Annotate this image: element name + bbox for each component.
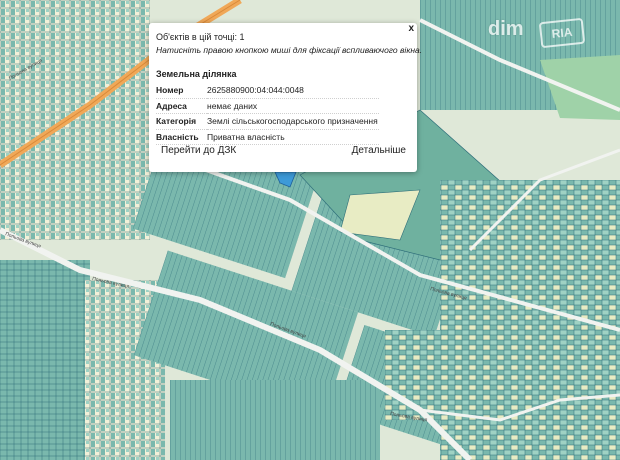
parcels-south-strips xyxy=(170,380,380,460)
parcels-town-west xyxy=(0,0,150,240)
table-row: Адреса немає даних xyxy=(156,98,379,114)
parcel-info-table: Номер 2625880900:04:044:0048 Адреса нема… xyxy=(156,83,379,145)
table-row: Категорія Землі сільськогосподарського п… xyxy=(156,113,379,130)
row-value: немає даних xyxy=(207,98,379,114)
watermark-ria: RIA xyxy=(538,17,586,49)
go-to-dzk-button[interactable]: Перейти до ДЗК xyxy=(161,145,236,156)
close-icon[interactable]: x xyxy=(408,24,414,34)
row-key: Власність xyxy=(156,129,207,145)
table-row: Власність Приватна власність xyxy=(156,129,379,145)
watermark-dim: dim xyxy=(488,18,524,40)
row-value: Землі сільськогосподарського призначення xyxy=(207,113,379,130)
row-key: Адреса xyxy=(156,98,207,114)
popup-hint: Натисніть правою кнопкою миші для фіксац… xyxy=(156,45,423,55)
section-title: Земельна ділянка xyxy=(156,69,237,79)
row-value: Приватна власність xyxy=(207,129,379,145)
parcels-southeast xyxy=(385,330,475,420)
row-key: Категорія xyxy=(156,113,207,130)
table-row: Номер 2625880900:04:044:0048 xyxy=(156,83,379,99)
parcel-info-popup: Об'єктів в цій точці: 1 Натисніть правою… xyxy=(149,23,422,172)
row-key: Номер xyxy=(156,83,207,99)
dimria-watermark: dim RIA xyxy=(480,14,586,49)
details-button[interactable]: Детальніше xyxy=(352,145,406,156)
row-value: 2625880900:04:044:0048 xyxy=(207,83,379,99)
objects-count: Об'єктів в цій точці: 1 xyxy=(156,32,245,42)
parcels-town-southwest xyxy=(0,260,90,460)
